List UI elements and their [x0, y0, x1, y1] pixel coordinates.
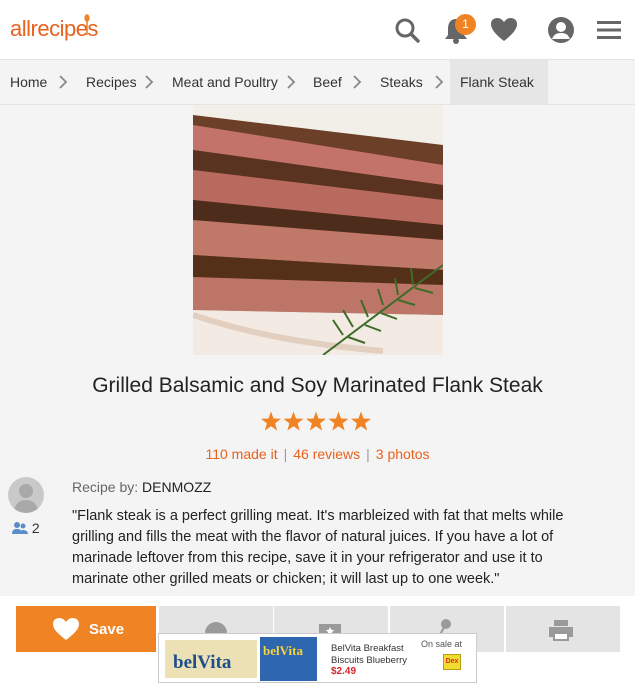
recipe-title: Grilled Balsamic and Soy Marinated Flank… — [92, 374, 543, 397]
ad-price: $2.49 — [331, 666, 357, 677]
recipe-by-line: Recipe by: DENMOZZ — [72, 479, 211, 495]
heart-icon[interactable] — [488, 14, 520, 46]
reviews-link[interactable]: 46 reviews — [293, 446, 360, 462]
breadcrumb-meat-and-poultry[interactable]: Meat and Poultry — [172, 60, 278, 105]
search-icon[interactable] — [392, 14, 424, 46]
ad-product-image: belVita — [260, 637, 317, 681]
followers-number: 2 — [31, 520, 40, 536]
star-icon — [351, 411, 371, 431]
breadcrumb-beef[interactable]: Beef — [313, 60, 342, 105]
save-button[interactable]: Save — [16, 606, 156, 652]
save-label: Save — [89, 621, 125, 638]
chevron-right-icon — [287, 75, 296, 89]
chevron-right-icon — [59, 75, 68, 89]
photos-link[interactable]: 3 photos — [376, 446, 430, 462]
recipe-by-label: Recipe by: — [72, 479, 139, 495]
spoon-icon — [84, 14, 90, 35]
chevron-right-icon — [353, 75, 362, 89]
top-header: allrecipes 1 — [0, 0, 635, 60]
breadcrumb-home[interactable]: Home — [10, 60, 47, 105]
star-icon — [306, 411, 326, 431]
star-icon — [261, 411, 281, 431]
followers-count[interactable]: 2 — [12, 520, 40, 536]
print-icon — [549, 620, 573, 641]
star-icon — [328, 411, 349, 431]
ad-box-brand-text: belVita — [263, 643, 303, 658]
recipe-stats: 110 made it | 46 reviews | 3 photos — [205, 446, 430, 462]
star-icon — [283, 411, 304, 431]
print-button[interactable] — [506, 606, 620, 652]
heart-icon — [53, 618, 79, 640]
recipe-description: "Flank steak is a perfect grilling meat.… — [72, 508, 564, 587]
star-rating[interactable] — [260, 411, 372, 433]
ad-sale-label: On sale at — [421, 639, 463, 649]
author-name[interactable]: DENMOZZ — [142, 479, 211, 495]
made-it-link[interactable]: 110 made it — [205, 446, 277, 462]
ad-store-logo: Dex — [443, 654, 461, 670]
ad-brand-logo: belVita — [165, 640, 257, 678]
chevron-right-icon — [435, 75, 444, 89]
ad-product-title: BelVita Breakfast Biscuits Blueberry — [331, 643, 408, 666]
ad-brand-text: belVita — [173, 652, 232, 673]
breadcrumb-recipes[interactable]: Recipes — [86, 60, 137, 105]
breadcrumb: Home Recipes Meat and Poultry Beef Steak… — [0, 60, 635, 105]
followers-icon — [12, 522, 28, 534]
notification-badge: 1 — [455, 14, 476, 35]
author-avatar[interactable] — [8, 477, 44, 513]
breadcrumb-flank-steak[interactable]: Flank Steak — [450, 60, 548, 105]
menu-icon[interactable] — [593, 14, 625, 46]
user-icon[interactable] — [545, 14, 577, 46]
ad-banner[interactable]: belVita belVita BelVita Breakfast Biscui… — [158, 633, 477, 683]
breadcrumb-steaks[interactable]: Steaks — [380, 60, 423, 105]
chevron-right-icon — [145, 75, 154, 89]
user-icon — [13, 484, 39, 513]
recipe-photo[interactable] — [193, 105, 443, 355]
